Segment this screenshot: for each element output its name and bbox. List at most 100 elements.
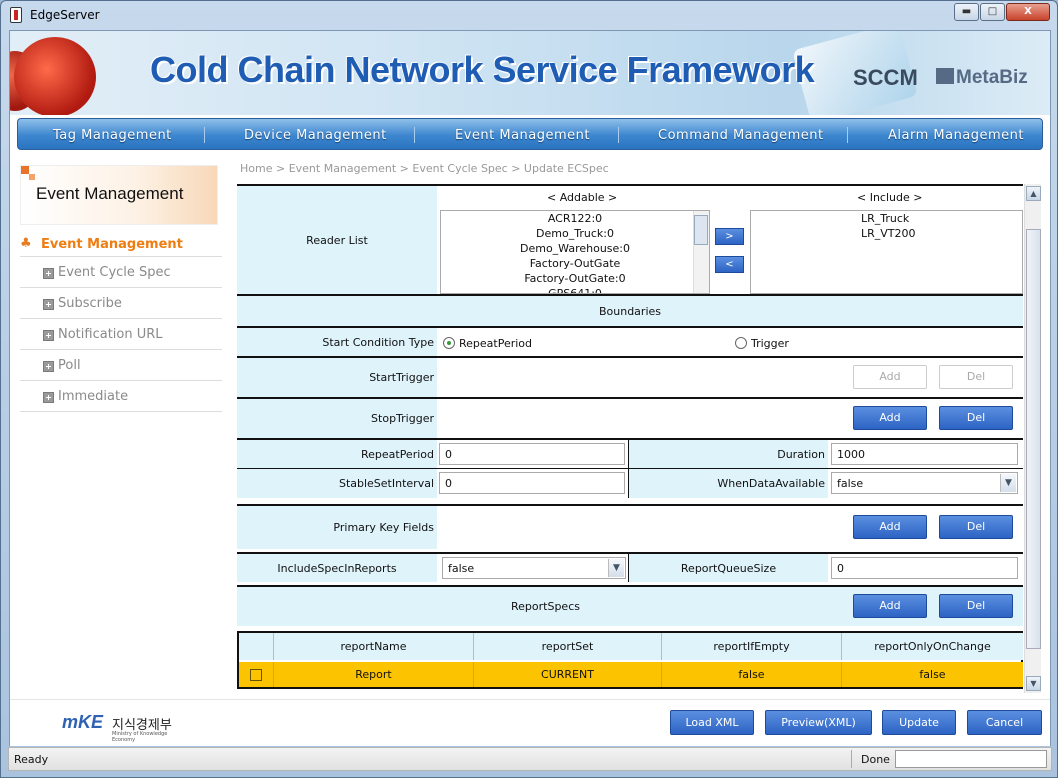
include-reader-list[interactable]: LR_Truck LR_VT200	[750, 210, 1023, 294]
plus-box-icon	[43, 392, 54, 403]
plus-box-icon	[43, 361, 54, 372]
repeat-period-radio[interactable]	[443, 337, 455, 349]
table-header: reportIfEmpty	[662, 633, 842, 660]
start-condition-row: Start Condition Type RepeatPeriod Trigge…	[237, 326, 1023, 356]
sidebar-item-event-management[interactable]: ♣ Event Management	[20, 233, 222, 257]
include-header: < Include >	[857, 191, 923, 204]
include-spec-value: false	[448, 562, 475, 575]
mke-logo: mKE 지식경제부 Ministry of Knowledge Economy	[62, 710, 182, 743]
include-spec-select[interactable]: false ▼	[442, 557, 626, 579]
table-cell[interactable]: false	[662, 662, 842, 687]
sidebar-item-label: Notification URL	[58, 327, 163, 342]
breadcrumb: Home > Event Management > Event Cycle Sp…	[240, 162, 609, 175]
chevron-down-icon: ▼	[608, 559, 624, 577]
main-nav: Tag Management Device Management Event M…	[17, 118, 1043, 150]
list-item[interactable]: Demo_Truck:0	[441, 226, 709, 241]
sidebar-item-notification-url[interactable]: Notification URL	[20, 319, 222, 350]
list-item[interactable]: Demo_Warehouse:0	[441, 241, 709, 256]
tomato-image	[14, 37, 96, 115]
list-item[interactable]: Factory-OutGate:0	[441, 271, 709, 286]
list-item[interactable]: LR_Truck	[751, 211, 1022, 226]
footer: mKE 지식경제부 Ministry of Knowledge Economy …	[10, 699, 1050, 746]
scroll-thumb[interactable]	[694, 215, 708, 245]
table-cell[interactable]: false	[842, 662, 1023, 687]
app-window: EdgeServer ▬ □ X Cold Chain Network Serv…	[0, 0, 1058, 778]
reader-list-row: Reader List < Addable > < Include > ACR1…	[237, 184, 1023, 294]
chevron-down-icon: ▼	[1000, 474, 1016, 492]
table-row-checkbox-cell	[239, 662, 274, 687]
scroll-thumb[interactable]	[1026, 229, 1041, 649]
report-specs-del-button[interactable]: Del	[939, 594, 1013, 618]
plus-box-icon	[43, 268, 54, 279]
add-reader-button[interactable]: >	[715, 228, 744, 245]
addable-reader-list[interactable]: ACR122:0 Demo_Truck:0 Demo_Warehouse:0 F…	[440, 210, 710, 294]
nav-tag-management[interactable]: Tag Management	[53, 128, 172, 143]
stable-set-input[interactable]: 0	[439, 472, 625, 494]
sidebar-header: Event Management	[20, 165, 218, 225]
primary-key-label: Primary Key Fields	[237, 506, 437, 549]
when-data-select[interactable]: false ▼	[831, 472, 1018, 494]
sidebar-item-poll[interactable]: Poll	[20, 350, 222, 381]
start-trigger-del-button[interactable]: Del	[939, 365, 1013, 389]
sidebar: Event Management ♣ Event Management Even…	[10, 155, 228, 699]
list-item[interactable]: LR_VT200	[751, 226, 1022, 241]
sidebar-title: Event Management	[36, 184, 184, 203]
report-queue-label: ReportQueueSize	[628, 554, 828, 582]
sidebar-item-label: Event Cycle Spec	[58, 265, 171, 280]
table-cell[interactable]: Report	[274, 662, 474, 687]
minimize-button[interactable]: ▬	[954, 3, 979, 21]
trigger-radio[interactable]	[735, 337, 747, 349]
preview-xml-button[interactable]: Preview(XML)	[765, 710, 872, 735]
stop-trigger-add-button[interactable]: Add	[853, 406, 927, 430]
include-spec-label: IncludeSpecInReports	[237, 554, 437, 582]
update-button[interactable]: Update	[882, 710, 956, 735]
app-icon	[10, 7, 22, 23]
nav-event-management[interactable]: Event Management	[455, 128, 590, 143]
scroll-up-icon[interactable]: ▲	[1026, 186, 1041, 201]
list-item[interactable]: GPS641:0	[441, 286, 709, 293]
load-xml-button[interactable]: Load XML	[670, 710, 754, 735]
mke-logo-mark: mKE	[62, 712, 104, 732]
title-bar: EdgeServer ▬ □ X	[1, 1, 1057, 29]
banner-title: Cold Chain Network Service Framework	[150, 49, 815, 90]
close-button[interactable]: X	[1006, 3, 1050, 21]
app-content: Cold Chain Network Service Framework SCC…	[9, 30, 1051, 746]
sidebar-item-label: Subscribe	[58, 296, 122, 311]
nav-alarm-management[interactable]: Alarm Management	[888, 128, 1024, 143]
sidebar-item-subscribe[interactable]: Subscribe	[20, 288, 222, 319]
report-specs-row: ReportSpecs Add Del	[237, 585, 1023, 626]
sidebar-item-immediate[interactable]: Immediate	[20, 381, 222, 412]
form-scrollbar[interactable]: ▲ ▼	[1024, 184, 1041, 693]
ecspec-form: Reader List < Addable > < Include > ACR1…	[237, 184, 1024, 692]
row-checkbox[interactable]	[250, 668, 262, 681]
addable-header: < Addable >	[547, 191, 618, 204]
maximize-button[interactable]: □	[980, 3, 1005, 21]
scroll-down-icon[interactable]: ▼	[1026, 676, 1041, 691]
main-pane: Home > Event Management > Event Cycle Sp…	[228, 155, 1050, 699]
report-specs-add-button[interactable]: Add	[853, 594, 927, 618]
nav-command-management[interactable]: Command Management	[658, 128, 824, 143]
list-item[interactable]: ACR122:0	[441, 211, 709, 226]
primary-key-add-button[interactable]: Add	[853, 515, 927, 539]
nav-separator	[204, 127, 205, 143]
repeat-period-input[interactable]: 0	[439, 443, 625, 465]
remove-reader-button[interactable]: <	[715, 256, 744, 273]
header-decoration	[29, 174, 35, 180]
stable-set-label: StableSetInterval	[237, 469, 437, 498]
stop-trigger-del-button[interactable]: Del	[939, 406, 1013, 430]
list-scrollbar[interactable]	[693, 211, 709, 293]
nav-device-management[interactable]: Device Management	[244, 128, 387, 143]
sidebar-item-label: Event Management	[41, 237, 183, 252]
status-bar: Ready Done	[8, 747, 1052, 771]
duration-label: Duration	[628, 440, 828, 468]
cancel-button[interactable]: Cancel	[967, 710, 1042, 735]
duration-input[interactable]: 1000	[831, 443, 1018, 465]
report-queue-input[interactable]: 0	[831, 557, 1018, 579]
primary-key-del-button[interactable]: Del	[939, 515, 1013, 539]
repeat-period-label: RepeatPeriod	[237, 440, 437, 468]
sidebar-item-event-cycle-spec[interactable]: Event Cycle Spec	[20, 257, 222, 288]
start-trigger-add-button[interactable]: Add	[853, 365, 927, 389]
table-cell[interactable]: CURRENT	[474, 662, 662, 687]
list-item[interactable]: Factory-OutGate	[441, 256, 709, 271]
start-trigger-label: StartTrigger	[237, 358, 437, 397]
